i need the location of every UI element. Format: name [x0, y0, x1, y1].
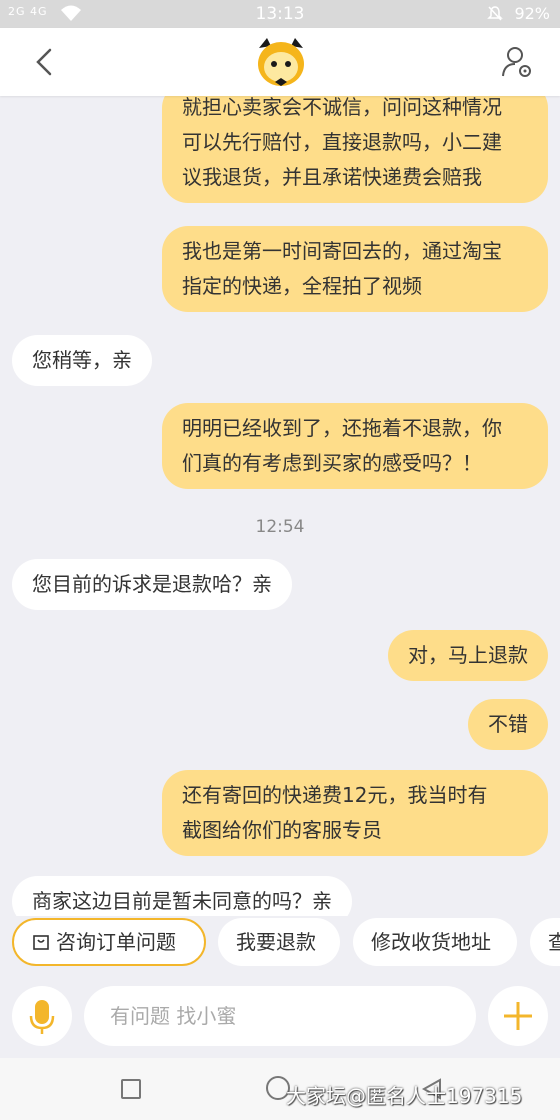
message-line: 截图给你们的客服专员 — [182, 818, 382, 842]
battery-indicator: 92% — [487, 4, 550, 23]
input-bar: 有问题 找小蜜 — [0, 972, 560, 1058]
battery-percent: 92% — [514, 4, 550, 23]
message-input[interactable]: 有问题 找小蜜 — [84, 986, 476, 1046]
message-line: 还有寄回的快递费12元，我当时有 — [182, 783, 488, 807]
message-line: 您稍等，亲 — [32, 348, 132, 372]
message-line: 您目前的诉求是退款哈？亲 — [32, 572, 272, 596]
chip-label: 我要退款 — [236, 930, 316, 954]
message-outgoing: 还有寄回的快递费12元，我当时有 截图给你们的客服专员 — [162, 770, 548, 856]
quick-reply-refund[interactable]: 我要退款 — [218, 918, 340, 966]
message-list[interactable]: 就担心卖家会不诚信，问问这种情况 可以先行赔付，直接退款吗，小二建 议我退货，并… — [0, 96, 560, 916]
message-line: 指定的快递，全程拍了视频 — [182, 274, 422, 298]
mascot-avatar-icon[interactable] — [255, 34, 307, 90]
chip-label: 查 — [548, 930, 560, 954]
message-line: 议我退货，并且承诺快递费会赔我 — [182, 165, 482, 189]
recent-apps-icon[interactable] — [121, 1079, 141, 1099]
chip-label: 咨询订单问题 — [56, 930, 176, 954]
more-actions-button[interactable] — [488, 986, 548, 1046]
plus-icon — [504, 1002, 532, 1030]
order-box-icon — [33, 934, 49, 950]
message-line: 不错 — [488, 712, 528, 736]
message-outgoing: 我也是第一时间寄回去的，通过淘宝 指定的快递，全程拍了视频 — [162, 226, 548, 312]
message-outgoing: 明明已经收到了，还拖着不退款，你 们真的有考虑到买家的感受吗？！ — [162, 403, 548, 489]
message-outgoing: 不错 — [468, 699, 548, 750]
message-outgoing: 对，马上退款 — [388, 630, 548, 681]
input-placeholder: 有问题 找小蜜 — [110, 1004, 237, 1028]
message-outgoing: 就担心卖家会不诚信，问问这种情况 可以先行赔付，直接退款吗，小二建 议我退货，并… — [162, 96, 548, 203]
message-line: 就担心卖家会不诚信，问问这种情况 — [182, 96, 502, 119]
back-arrow-icon[interactable] — [30, 46, 60, 78]
microphone-icon — [29, 1000, 55, 1034]
message-line: 可以先行赔付，直接退款吗，小二建 — [182, 130, 502, 154]
message-line: 对，马上退款 — [408, 643, 528, 667]
watermark: 大家坛@匿名人士197315 — [286, 1084, 523, 1108]
message-incoming: 您稍等，亲 — [12, 335, 152, 386]
voice-button[interactable] — [12, 986, 72, 1046]
quick-reply-more[interactable]: 查 — [530, 918, 560, 966]
chip-label: 修改收货地址 — [371, 930, 491, 954]
message-incoming: 商家这边目前是暂未同意的吗？亲 — [12, 876, 352, 916]
message-incoming: 您目前的诉求是退款哈？亲 — [12, 559, 292, 610]
message-line: 商家这边目前是暂未同意的吗？亲 — [32, 889, 332, 913]
user-settings-icon[interactable] — [500, 44, 536, 80]
message-line: 们真的有考虑到买家的感受吗？！ — [182, 451, 482, 475]
quick-reply-bar[interactable]: 咨询订单问题 我要退款 修改收货地址 查 — [0, 916, 560, 972]
clock: 13:13 — [255, 4, 305, 24]
status-bar: 2G 4G 13:13 92% — [0, 0, 560, 28]
quick-reply-change-address[interactable]: 修改收货地址 — [353, 918, 517, 966]
quick-reply-order-inquiry[interactable]: 咨询订单问题 — [12, 918, 206, 966]
message-timestamp: 12:54 — [255, 517, 305, 537]
message-line: 明明已经收到了，还拖着不退款，你 — [182, 416, 502, 440]
chat-header — [0, 28, 560, 96]
bell-off-icon — [487, 6, 504, 21]
message-line: 我也是第一时间寄回去的，通过淘宝 — [182, 239, 502, 263]
